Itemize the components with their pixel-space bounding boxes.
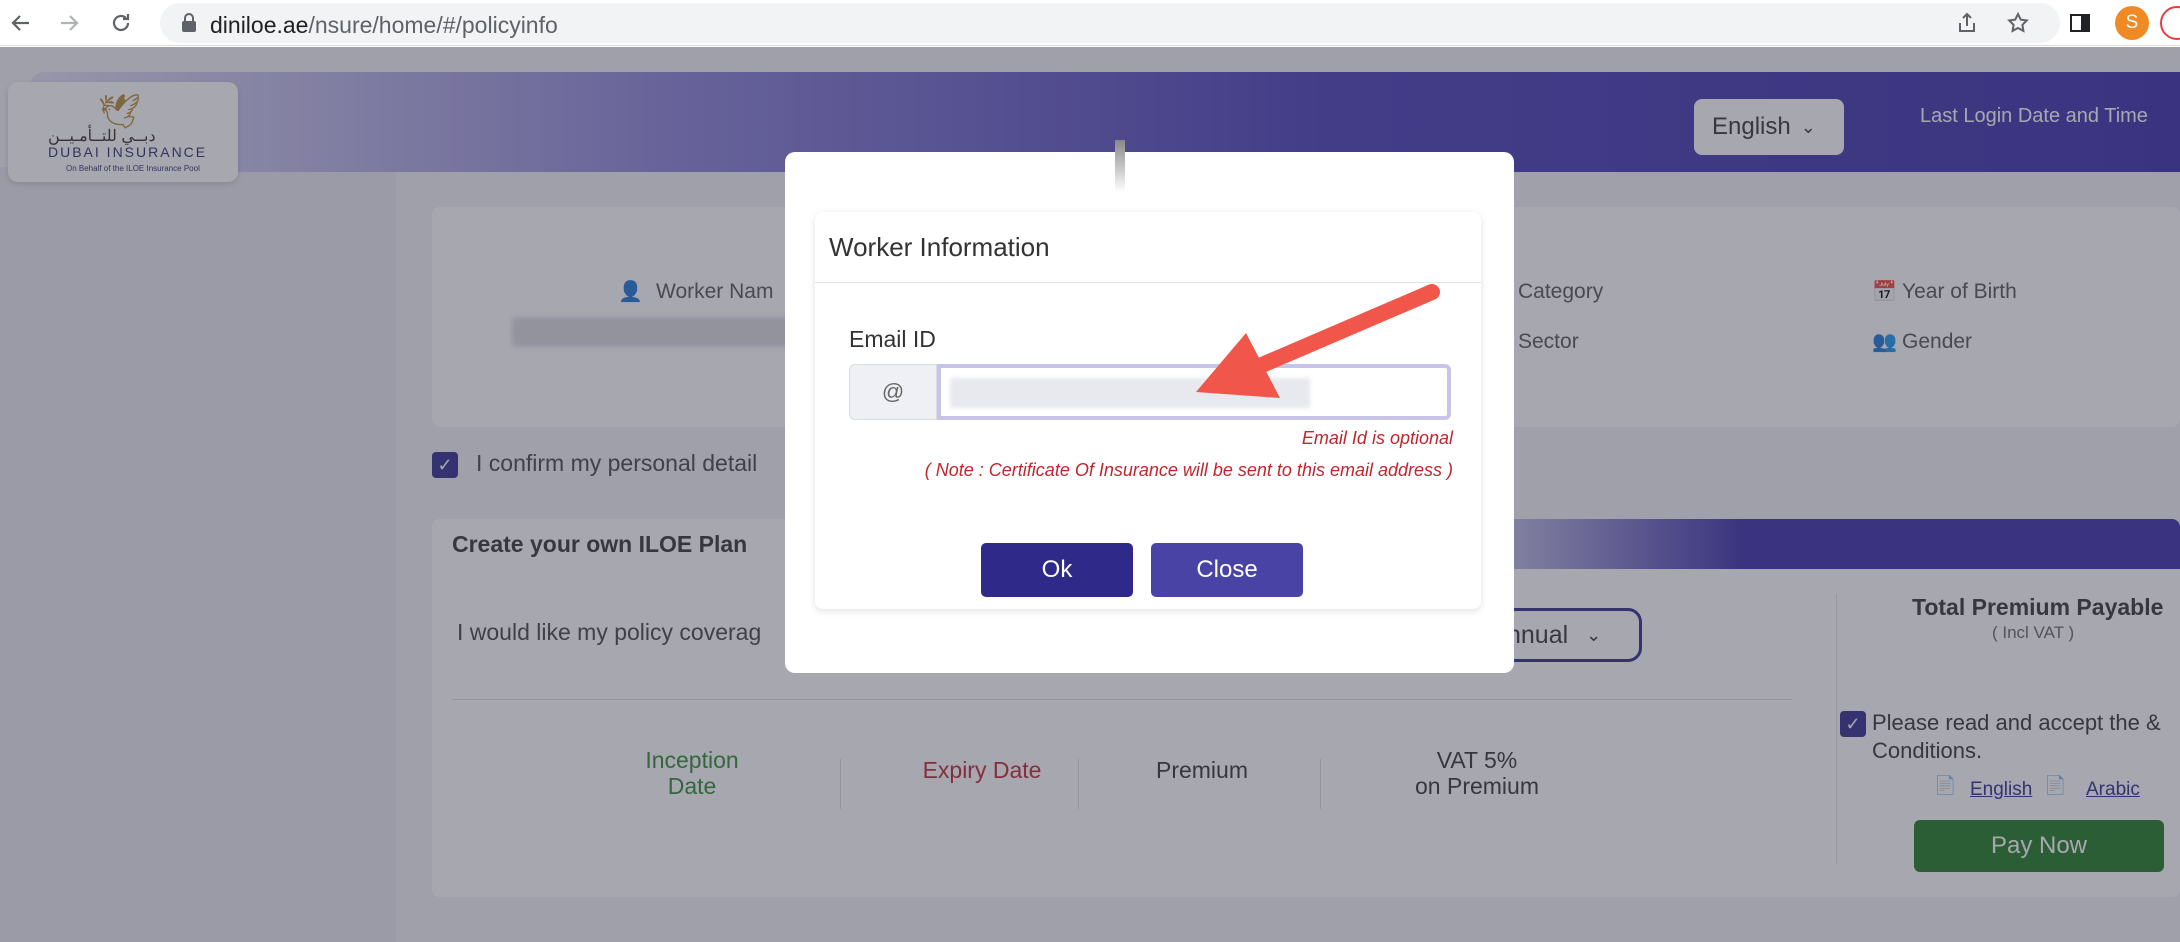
reload-icon[interactable] <box>104 6 138 40</box>
profile-avatar[interactable]: S <box>2115 6 2149 40</box>
worker-information-modal: Worker Information Email ID @ Email Id i… <box>785 140 1514 673</box>
email-redacted-value <box>950 378 1310 408</box>
forward-icon[interactable] <box>52 6 86 40</box>
lock-icon <box>182 13 196 32</box>
email-label: Email ID <box>849 326 936 352</box>
certificate-note: ( Note : Certificate Of Insurance will b… <box>924 460 1453 480</box>
at-icon: @ <box>849 364 937 420</box>
browser-toolbar: diniloe.ae/nsure/home/#/policyinfo S <box>0 0 2180 46</box>
url-path: /nsure/home/#/policyinfo <box>308 12 558 38</box>
bookmark-star-icon[interactable] <box>2003 8 2033 38</box>
share-icon[interactable] <box>1952 8 1982 38</box>
side-panel-icon[interactable] <box>2065 8 2095 38</box>
modal-divider <box>815 282 1481 283</box>
email-optional-note: Email Id is optional <box>1301 428 1453 448</box>
back-icon[interactable] <box>4 6 38 40</box>
close-button[interactable]: Close <box>1151 543 1303 597</box>
modal-content: Worker Information Email ID @ Email Id i… <box>815 212 1481 609</box>
modal-title: Worker Information <box>829 232 1050 262</box>
address-bar[interactable]: diniloe.ae/nsure/home/#/policyinfo <box>160 3 2060 43</box>
ok-button[interactable]: Ok <box>981 543 1133 597</box>
url-text: diniloe.ae/nsure/home/#/policyinfo <box>210 12 558 39</box>
second-profile-avatar[interactable] <box>2160 6 2180 40</box>
url-host: diniloe.ae <box>210 12 309 38</box>
modal-drag-handle <box>1115 140 1125 192</box>
